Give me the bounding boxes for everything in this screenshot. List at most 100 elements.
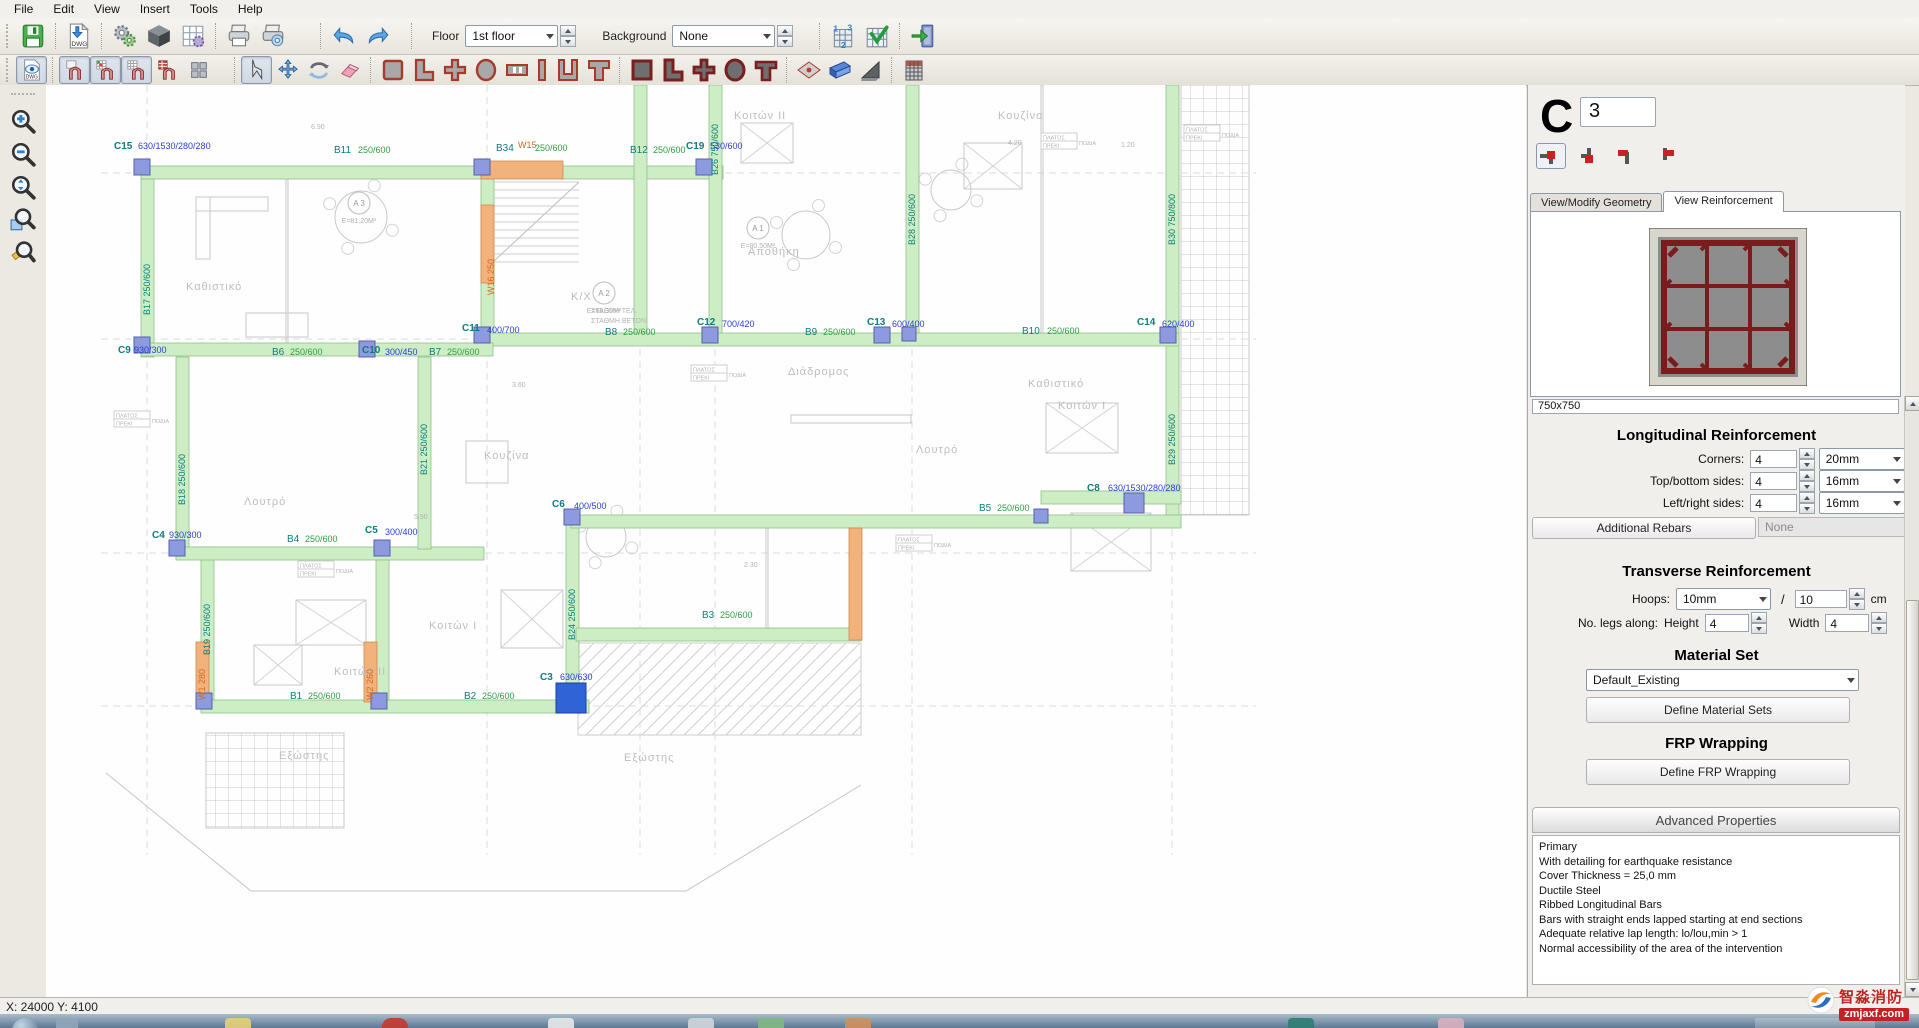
column[interactable] bbox=[1034, 509, 1048, 523]
zoom-extents-button[interactable] bbox=[6, 171, 40, 203]
taskbar-icon[interactable] bbox=[1288, 1018, 1314, 1028]
member-label[interactable]: B18 250/600 bbox=[177, 454, 187, 505]
column[interactable] bbox=[134, 159, 150, 175]
floor-select[interactable]: 1st floor bbox=[465, 25, 558, 47]
member-label[interactable]: 250/600 bbox=[823, 327, 856, 337]
material-set-select[interactable]: Default_Existing bbox=[1586, 669, 1859, 691]
spin-down[interactable] bbox=[560, 36, 576, 47]
taskbar-icon[interactable] bbox=[845, 1018, 871, 1028]
top-bottom-diameter-select[interactable]: 16mm bbox=[1819, 470, 1905, 492]
member-label[interactable]: C6 bbox=[552, 499, 565, 510]
select-tool-button[interactable] bbox=[241, 56, 272, 84]
member-label[interactable]: B7 bbox=[429, 347, 442, 358]
floor-plan-svg[interactable]: A 3E=81.20M²A 1E=80.50M²A 2E=69.30M²Καθι… bbox=[46, 85, 1526, 997]
slab-tool-button[interactable] bbox=[793, 56, 824, 84]
wall-existing[interactable] bbox=[376, 560, 389, 702]
column[interactable] bbox=[169, 540, 185, 556]
member-label[interactable]: B26 750/600 bbox=[710, 124, 720, 175]
member-label[interactable]: 620/400 bbox=[1162, 319, 1195, 329]
view-3d-button[interactable] bbox=[142, 20, 176, 52]
define-frp-wrapping-button[interactable]: Define FRP Wrapping bbox=[1586, 759, 1850, 785]
menu-file[interactable]: File bbox=[4, 0, 43, 19]
print-preview-button[interactable] bbox=[256, 20, 290, 52]
member-label[interactable]: 400/500 bbox=[574, 501, 607, 511]
redo-button[interactable] bbox=[361, 20, 395, 52]
member-label[interactable]: C19 bbox=[686, 141, 705, 152]
scrollbar-thumb[interactable] bbox=[1906, 600, 1919, 980]
member-label[interactable]: C14 bbox=[1137, 317, 1156, 328]
undo-button[interactable] bbox=[327, 20, 361, 52]
taskbar-icon[interactable] bbox=[382, 1018, 408, 1028]
member-label[interactable]: 930/300 bbox=[134, 345, 167, 355]
apply-grid-button[interactable] bbox=[860, 20, 894, 52]
member-label[interactable]: B8 bbox=[605, 327, 618, 338]
member-label[interactable]: B28 250/600 bbox=[907, 194, 917, 245]
print-button[interactable] bbox=[222, 20, 256, 52]
view-walls-toggle[interactable] bbox=[152, 56, 183, 84]
member-label[interactable]: 250/600 bbox=[653, 145, 686, 155]
column-cross-section-button[interactable] bbox=[439, 56, 470, 84]
corners-spinner[interactable] bbox=[1799, 448, 1815, 470]
member-label[interactable]: C3 bbox=[540, 672, 553, 683]
left-right-spinner[interactable] bbox=[1799, 492, 1815, 514]
existing-cross-section-button[interactable] bbox=[688, 56, 719, 84]
taskbar-icon[interactable] bbox=[1438, 1018, 1464, 1028]
section-size-field[interactable]: 750x750 bbox=[1532, 399, 1899, 414]
member-label[interactable]: W2 260 bbox=[365, 669, 375, 700]
selected-column[interactable] bbox=[556, 683, 586, 713]
wall-existing[interactable] bbox=[709, 85, 722, 335]
member-label[interactable]: 630/1530/280/280 bbox=[1108, 483, 1181, 493]
taskbar-icon[interactable] bbox=[225, 1018, 251, 1028]
member-label[interactable]: 250/600 bbox=[997, 503, 1030, 513]
connection-type-4-button[interactable] bbox=[1650, 143, 1680, 169]
menu-help[interactable]: Help bbox=[228, 0, 273, 19]
wall-section-button[interactable] bbox=[501, 56, 532, 84]
plan-canvas[interactable]: A 3E=81.20M²A 1E=80.50M²A 2E=69.30M²Καθι… bbox=[46, 85, 1526, 997]
beam-tool-button[interactable] bbox=[824, 56, 855, 84]
taskbar-icon[interactable] bbox=[56, 1018, 78, 1028]
section-number-input[interactable]: 3 bbox=[1580, 97, 1656, 127]
connection-type-2-button[interactable] bbox=[1574, 143, 1604, 169]
column[interactable] bbox=[564, 509, 580, 525]
left-right-diameter-select[interactable]: 16mm bbox=[1819, 492, 1905, 514]
member-label[interactable]: B10 bbox=[1022, 326, 1040, 337]
member-label[interactable]: B11 bbox=[334, 145, 351, 156]
wall-existing[interactable] bbox=[176, 547, 484, 560]
member-label[interactable]: 250/600 bbox=[1047, 326, 1080, 336]
background-select[interactable]: None bbox=[672, 25, 775, 47]
wall-masonry[interactable] bbox=[481, 161, 563, 179]
spin-up[interactable] bbox=[777, 25, 793, 36]
wall-existing[interactable] bbox=[634, 85, 647, 335]
grid-settings-button[interactable] bbox=[176, 20, 210, 52]
member-label[interactable]: C8 bbox=[1087, 483, 1100, 494]
connection-type-1-button[interactable] bbox=[1536, 143, 1566, 169]
define-material-sets-button[interactable]: Define Material Sets bbox=[1586, 697, 1850, 723]
legs-height-input[interactable]: 4 bbox=[1705, 614, 1749, 632]
column-l-section-button[interactable] bbox=[408, 56, 439, 84]
wall-existing[interactable] bbox=[141, 166, 481, 179]
member-label[interactable]: 300/400 bbox=[385, 527, 418, 537]
legs-height-spinner[interactable] bbox=[1751, 612, 1767, 634]
member-label[interactable]: 600/400 bbox=[892, 319, 925, 329]
wall-existing[interactable] bbox=[576, 628, 861, 641]
view-dwg-toggle[interactable]: DWG bbox=[16, 56, 47, 84]
member-label[interactable]: 250/600 bbox=[290, 347, 323, 357]
corners-count-input[interactable]: 4 bbox=[1750, 450, 1797, 468]
panel-scrollbar[interactable] bbox=[1904, 396, 1919, 997]
left-right-count-input[interactable]: 4 bbox=[1750, 494, 1797, 512]
member-label[interactable]: B5 bbox=[979, 503, 992, 514]
member-label[interactable]: B12 bbox=[630, 145, 648, 156]
member-label[interactable]: C12 bbox=[697, 317, 716, 328]
column[interactable] bbox=[474, 159, 490, 175]
scroll-up-button[interactable] bbox=[1905, 396, 1919, 411]
wall-existing[interactable] bbox=[571, 515, 1181, 528]
member-label[interactable]: 250/600 bbox=[447, 347, 480, 357]
member-label[interactable]: B29 250/600 bbox=[1167, 414, 1177, 465]
storey-manager-button[interactable]: 132 bbox=[826, 20, 860, 52]
member-label[interactable]: B24 250/600 bbox=[567, 589, 577, 640]
bar-section-button[interactable] bbox=[532, 56, 552, 84]
member-label[interactable]: C10 bbox=[362, 345, 381, 356]
background-spinner[interactable] bbox=[777, 25, 793, 47]
member-label[interactable]: 400/700 bbox=[487, 325, 520, 335]
import-dwg-button[interactable]: DWG bbox=[62, 20, 96, 52]
